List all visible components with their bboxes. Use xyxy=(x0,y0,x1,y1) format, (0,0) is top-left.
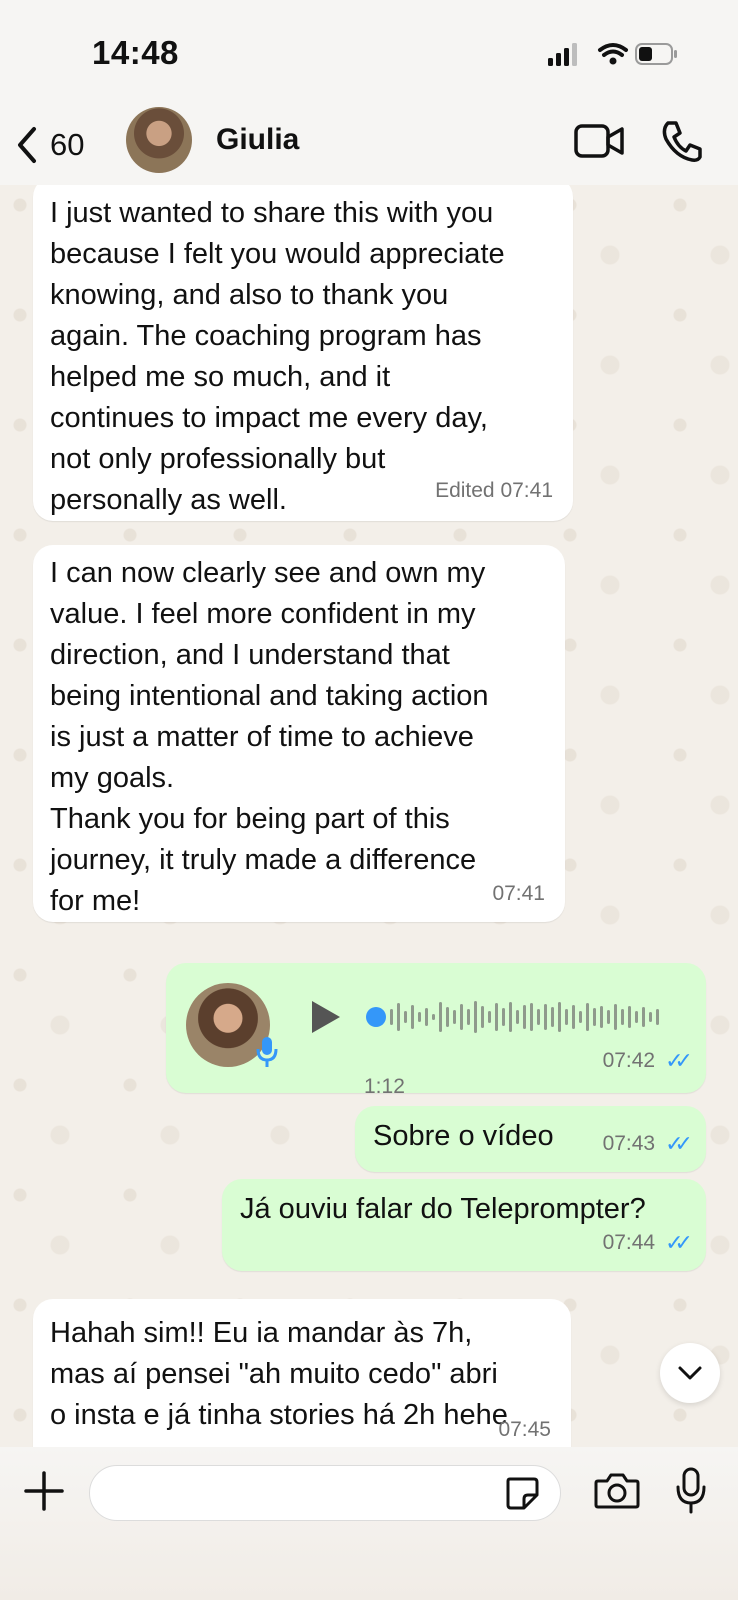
status-bar: 14:48 xyxy=(0,0,738,105)
sticker-button[interactable] xyxy=(504,1475,540,1516)
phone-icon xyxy=(662,121,702,162)
voice-call-button[interactable] xyxy=(660,119,704,168)
message-time: 07:45 xyxy=(498,1418,551,1441)
message-composer xyxy=(0,1447,738,1600)
back-chevron-icon xyxy=(18,127,36,163)
voice-waveform[interactable] xyxy=(366,997,666,1037)
playhead-dot xyxy=(366,1007,386,1027)
message-meta: 07:42 ✓✓ xyxy=(602,1040,693,1081)
mic-icon xyxy=(256,1037,278,1067)
outgoing-message[interactable]: Sobre o vídeo 07:43 ✓✓ xyxy=(355,1106,706,1172)
voice-mic-badge xyxy=(254,1035,280,1081)
incoming-message[interactable]: I just wanted to share this with you bec… xyxy=(33,185,573,521)
message-meta: Edited 07:41 xyxy=(435,470,553,511)
back-button[interactable]: 60 xyxy=(14,123,104,167)
message-meta: 07:45 xyxy=(498,1409,551,1447)
status-time: 14:48 xyxy=(92,34,179,71)
camera-button[interactable] xyxy=(594,1471,640,1516)
incoming-message[interactable]: I can now clearly see and own my value. … xyxy=(33,545,565,922)
message-time: Edited 07:41 xyxy=(435,479,553,502)
plus-icon xyxy=(24,1471,64,1511)
play-button[interactable] xyxy=(308,999,344,1047)
read-receipt-icon: ✓✓ xyxy=(665,1230,693,1255)
signal-wifi-battery-icon xyxy=(548,43,677,66)
outgoing-message[interactable]: Já ouviu falar do Teleprompter? 07:44 ✓✓ xyxy=(222,1179,706,1271)
chat-header: 60 Giulia xyxy=(0,105,738,185)
video-call-button[interactable] xyxy=(574,121,626,166)
camera-icon xyxy=(594,1473,640,1509)
contact-name[interactable]: Giulia xyxy=(216,123,299,157)
status-icons xyxy=(548,40,678,70)
message-text: Hahah sim!! Eu ia mandar às 7h, mas aí p… xyxy=(50,1317,508,1431)
message-time: 07:44 xyxy=(602,1231,656,1254)
voice-message[interactable]: 1:12 07:42 ✓✓ xyxy=(166,963,706,1098)
message-input[interactable] xyxy=(89,1465,561,1521)
contact-avatar[interactable] xyxy=(126,107,192,173)
mic-icon xyxy=(676,1467,706,1514)
incoming-message[interactable]: Hahah sim!! Eu ia mandar às 7h, mas aí p… xyxy=(33,1299,571,1447)
unread-count: 60 xyxy=(50,127,85,162)
play-icon xyxy=(312,1001,340,1033)
voice-duration: 1:12 xyxy=(364,1075,405,1098)
message-meta: 07:43 ✓✓ xyxy=(602,1123,693,1164)
voice-record-button[interactable] xyxy=(674,1467,708,1520)
message-text: I can now clearly see and own my value. … xyxy=(50,557,489,917)
read-receipt-icon: ✓✓ xyxy=(665,1048,693,1073)
message-meta: 07:41 xyxy=(492,873,545,914)
video-camera-icon xyxy=(574,124,624,158)
message-meta: 07:44 ✓✓ xyxy=(602,1222,693,1263)
message-time: 07:42 xyxy=(602,1049,656,1072)
chat-area[interactable]: I just wanted to share this with you bec… xyxy=(0,185,738,1447)
read-receipt-icon: ✓✓ xyxy=(665,1131,693,1156)
message-time: 07:43 xyxy=(602,1132,656,1155)
chevron-down-icon xyxy=(678,1366,702,1380)
scroll-to-bottom-button[interactable] xyxy=(660,1343,720,1403)
attach-button[interactable] xyxy=(24,1471,64,1516)
sticker-icon xyxy=(506,1477,539,1510)
message-time: 07:41 xyxy=(492,882,545,905)
